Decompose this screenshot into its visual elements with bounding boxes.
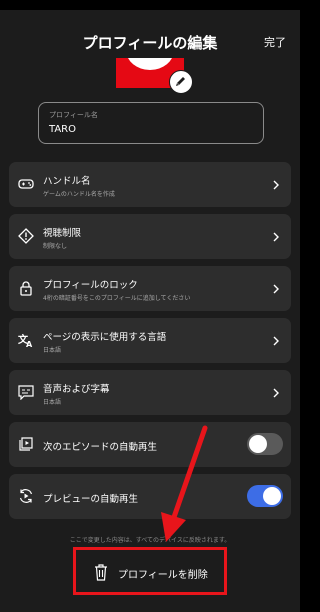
- edit-profile-screen: プロフィールの編集 完了 プロフィール名 TARO ハンドル名 ゲームのハンドル…: [0, 0, 300, 612]
- edit-avatar-button[interactable]: [169, 70, 193, 94]
- page-title: プロフィールの編集: [82, 34, 218, 52]
- display-language-title: ページの表示に使用する言語: [43, 332, 167, 343]
- audio-subtitles-subtitle: 日本語: [43, 399, 62, 406]
- chevron-right-icon: [273, 180, 279, 190]
- autoplay-next-icon: [19, 437, 33, 451]
- chevron-right-icon: [273, 284, 279, 294]
- profile-lock-title: プロフィールのロック: [43, 280, 138, 291]
- chevron-right-icon: [273, 336, 279, 346]
- settings-item-maturity[interactable]: 視聴制限 制限なし: [9, 214, 291, 259]
- settings-item-audio-subtitles[interactable]: 音声および字幕 日本語: [9, 370, 291, 415]
- handle-title: ハンドル名: [43, 176, 91, 187]
- done-button[interactable]: 完了: [264, 34, 286, 50]
- autoplay-preview-icon: [19, 489, 33, 503]
- language-icon: 文 A: [18, 333, 33, 348]
- autoplay-next-title: 次のエピソードの自動再生: [43, 442, 158, 453]
- subtitles-icon: [18, 385, 34, 400]
- chevron-right-icon: [273, 388, 279, 398]
- toggle-knob: [249, 435, 267, 453]
- toggle-knob: [263, 487, 281, 505]
- avatar-face-shape: [126, 58, 174, 70]
- profile-name-input[interactable]: TARO: [49, 124, 76, 135]
- profile-name-field[interactable]: プロフィール名 TARO: [38, 102, 264, 144]
- maturity-subtitle: 制限なし: [43, 243, 68, 250]
- profile-name-label: プロフィール名: [49, 111, 98, 119]
- maturity-warning-icon: [18, 228, 34, 244]
- maturity-title: 視聴制限: [43, 228, 82, 239]
- chevron-right-icon: [273, 232, 279, 242]
- settings-item-autoplay-previews: プレビューの自動再生: [9, 474, 291, 519]
- autoplay-previews-title: プレビューの自動再生: [43, 494, 139, 505]
- settings-item-profile-lock[interactable]: プロフィールのロック 4桁の暗証番号をこのプロフィールに追加してください: [9, 266, 291, 311]
- autoplay-previews-toggle[interactable]: [247, 485, 283, 507]
- profile-lock-subtitle: 4桁の暗証番号をこのプロフィールに追加してください: [43, 295, 191, 302]
- display-language-subtitle: 日本語: [43, 347, 62, 354]
- gamepad-icon: [18, 179, 34, 189]
- trash-icon: [95, 564, 107, 581]
- status-bar: [0, 0, 300, 10]
- delete-profile-label: プロフィールを削除: [118, 570, 208, 581]
- autoplay-next-toggle[interactable]: [247, 433, 283, 455]
- svg-text:A: A: [26, 340, 33, 348]
- sync-note: ここで変更した内容は、すべてのデバイスに反映されます。: [69, 537, 231, 544]
- delete-profile-button[interactable]: プロフィールを削除: [73, 547, 227, 595]
- lock-icon: [20, 281, 32, 296]
- audio-subtitles-title: 音声および字幕: [43, 384, 110, 395]
- pencil-icon: [176, 77, 185, 86]
- handle-subtitle: ゲームのハンドル名を作成: [43, 191, 115, 198]
- settings-item-handle[interactable]: ハンドル名 ゲームのハンドル名を作成: [9, 162, 291, 207]
- settings-item-display-language[interactable]: 文 A ページの表示に使用する言語 日本語: [9, 318, 291, 363]
- settings-item-autoplay-next: 次のエピソードの自動再生: [9, 422, 291, 467]
- header: プロフィールの編集 完了: [0, 28, 300, 58]
